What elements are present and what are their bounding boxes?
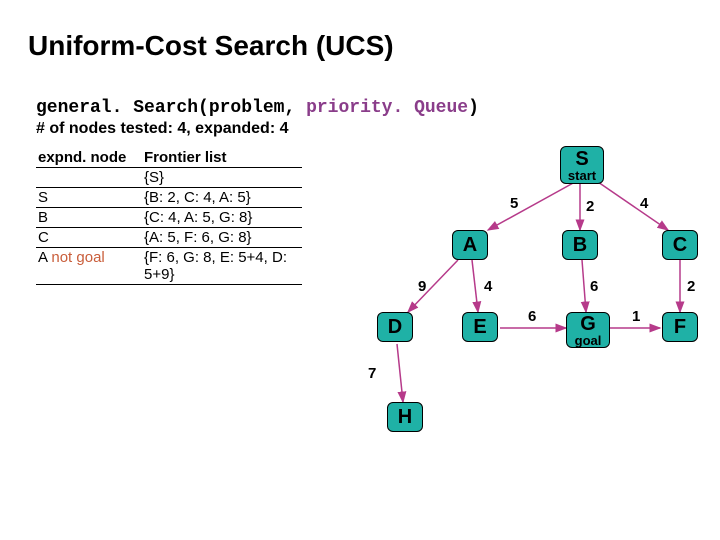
node-s-label: S [575, 149, 588, 169]
node-h-label: H [398, 407, 412, 427]
edge-label-sa: 5 [510, 195, 518, 212]
node-e-label: E [473, 317, 486, 337]
cell-frontier: {F: 6, G: 8, E: 5+4, D: 5+9} [142, 248, 302, 285]
node-a: A [452, 230, 488, 260]
th-frontier: Frontier list [142, 148, 302, 168]
node-a-label: A [463, 235, 477, 255]
node-c: C [662, 230, 698, 260]
cell-node: S [36, 188, 142, 208]
page-title: Uniform-Cost Search (UCS) [28, 30, 700, 62]
cell-node-main: A [38, 249, 47, 266]
edge-label-dh: 7 [368, 365, 376, 382]
table-row: A not goal {F: 6, G: 8, E: 5+4, D: 5+9} [36, 248, 302, 285]
cell-node-suffix: not goal [51, 249, 104, 266]
node-g: G goal [566, 312, 610, 348]
node-f: F [662, 312, 698, 342]
node-e: E [462, 312, 498, 342]
table-row: B {C: 4, A: 5, G: 8} [36, 208, 302, 228]
node-g-sub: goal [575, 334, 602, 347]
table-row: C {A: 5, F: 6, G: 8} [36, 228, 302, 248]
edge-label-sb: 2 [586, 198, 594, 215]
th-node: expnd. node [36, 148, 142, 168]
node-b: B [562, 230, 598, 260]
edge-label-gf: 1 [632, 308, 640, 325]
node-f-label: F [674, 317, 686, 337]
edge-label-sc: 4 [640, 195, 648, 212]
cell-node: C [36, 228, 142, 248]
cell-node [36, 168, 142, 188]
code-arg2: priority. Queue [306, 98, 468, 118]
code-tail: ) [468, 98, 479, 118]
graph-diagram: S start A B C D E G goal F H 5 2 4 9 4 6… [350, 140, 710, 520]
node-c-label: C [673, 235, 687, 255]
code-line: general. Search(problem, priority. Queue… [36, 98, 700, 118]
cell-frontier: {B: 2, C: 4, A: 5} [142, 188, 302, 208]
cell-node: B [36, 208, 142, 228]
edge-label-cf: 2 [687, 278, 695, 295]
cell-frontier: {S} [142, 168, 302, 188]
node-h: H [387, 402, 423, 432]
cell-frontier: {A: 5, F: 6, G: 8} [142, 228, 302, 248]
edge-label-bg: 6 [590, 278, 598, 295]
node-b-label: B [573, 235, 587, 255]
cell-frontier: {C: 4, A: 5, G: 8} [142, 208, 302, 228]
stats-line: # of nodes tested: 4, expanded: 4 [36, 120, 700, 138]
cell-node: A not goal [36, 248, 142, 285]
code-fn: general. Search [36, 98, 198, 118]
table-row: {S} [36, 168, 302, 188]
code-arg1: (problem, [198, 98, 306, 118]
edge-label-ad: 9 [418, 278, 426, 295]
node-s: S start [560, 146, 604, 184]
node-g-label: G [580, 314, 596, 334]
node-d-label: D [388, 317, 402, 337]
table-row: S {B: 2, C: 4, A: 5} [36, 188, 302, 208]
edge-label-eg: 6 [528, 308, 536, 325]
node-d: D [377, 312, 413, 342]
node-s-sub: start [568, 169, 596, 182]
edge-label-ae: 4 [484, 278, 492, 295]
